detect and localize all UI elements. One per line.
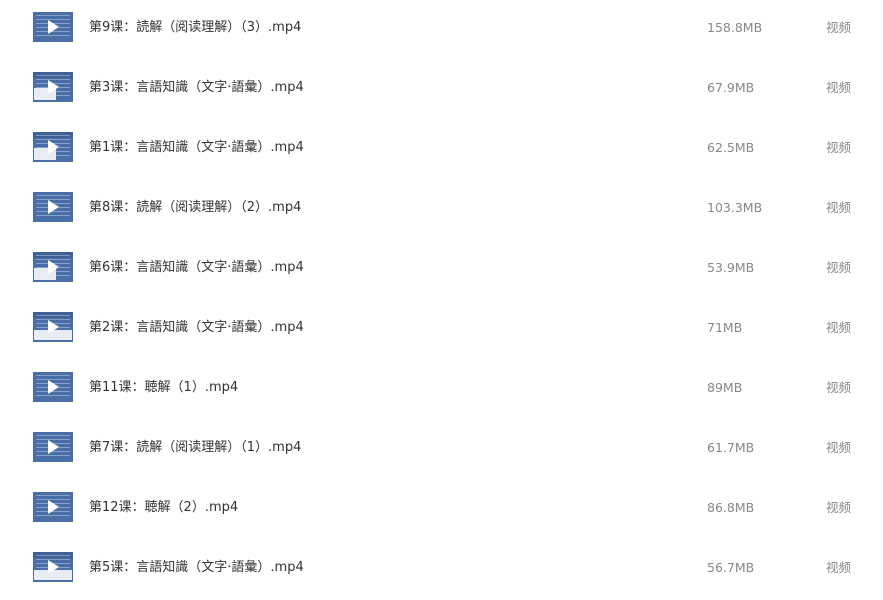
- file-row[interactable]: 第8课：読解（阅读理解）（2）.mp4 103.3MB 视频: [0, 180, 883, 240]
- file-size: 53.9MB: [707, 260, 755, 275]
- file-size: 62.5MB: [707, 140, 755, 155]
- file-row[interactable]: 第11课：聴解（1）.mp4 89MB 视频: [0, 360, 883, 420]
- file-name[interactable]: 第6课：言語知識（文字·語彙）.mp4: [89, 260, 304, 276]
- play-icon: [48, 440, 59, 454]
- play-icon: [48, 320, 59, 334]
- file-row[interactable]: 第1课：言語知識（文字·語彙）.mp4 62.5MB 视频: [0, 120, 883, 180]
- play-icon: [48, 560, 59, 574]
- file-size: 86.8MB: [707, 500, 755, 515]
- file-row[interactable]: 第7课：読解（阅读理解）（1）.mp4 61.7MB 视频: [0, 420, 883, 480]
- video-thumbnail[interactable]: [33, 252, 73, 282]
- video-thumbnail[interactable]: [33, 132, 73, 162]
- file-name[interactable]: 第12课：聴解（2）.mp4: [89, 500, 238, 516]
- file-type: 视频: [826, 320, 852, 335]
- video-thumbnail[interactable]: [33, 552, 73, 582]
- file-type: 视频: [826, 440, 852, 455]
- video-thumbnail[interactable]: [33, 492, 73, 522]
- file-name[interactable]: 第1课：言語知識（文字·語彙）.mp4: [89, 140, 304, 156]
- file-name[interactable]: 第3课：言語知識（文字·語彙）.mp4: [89, 80, 304, 96]
- file-name[interactable]: 第9课：読解（阅读理解）（3）.mp4: [89, 20, 301, 36]
- file-size: 61.7MB: [707, 440, 755, 455]
- file-row[interactable]: 第3课：言語知識（文字·語彙）.mp4 67.9MB 视频: [0, 60, 883, 120]
- play-icon: [48, 200, 59, 214]
- file-row[interactable]: 第6课：言語知識（文字·語彙）.mp4 53.9MB 视频: [0, 240, 883, 300]
- file-name[interactable]: 第5课：言語知識（文字·語彙）.mp4: [89, 560, 304, 576]
- file-type: 视频: [826, 500, 852, 515]
- file-size: 67.9MB: [707, 80, 755, 95]
- video-thumbnail[interactable]: [33, 72, 73, 102]
- play-icon: [48, 380, 59, 394]
- file-type: 视频: [826, 260, 852, 275]
- play-icon: [48, 260, 59, 274]
- file-row[interactable]: 第9课：読解（阅读理解）（3）.mp4 158.8MB 视频: [0, 0, 883, 60]
- file-size: 158.8MB: [707, 20, 763, 35]
- play-icon: [48, 500, 59, 514]
- video-thumbnail[interactable]: [33, 312, 73, 342]
- file-type: 视频: [826, 140, 852, 155]
- file-size: 89MB: [707, 380, 743, 395]
- file-size: 103.3MB: [707, 200, 763, 215]
- file-name[interactable]: 第7课：読解（阅读理解）（1）.mp4: [89, 440, 301, 456]
- file-type: 视频: [826, 80, 852, 95]
- video-thumbnail[interactable]: [33, 192, 73, 222]
- file-type: 视频: [826, 560, 852, 575]
- video-thumbnail[interactable]: [33, 432, 73, 462]
- file-type: 视频: [826, 200, 852, 215]
- file-type: 视频: [826, 380, 852, 395]
- file-name[interactable]: 第11课：聴解（1）.mp4: [89, 380, 238, 396]
- file-list: 第9课：読解（阅读理解）（3）.mp4 158.8MB 视频 第3课：言語知識（…: [0, 0, 883, 597]
- file-type: 视频: [826, 20, 852, 35]
- play-icon: [48, 80, 59, 94]
- file-row[interactable]: 第2课：言語知識（文字·語彙）.mp4 71MB 视频: [0, 300, 883, 360]
- video-thumbnail[interactable]: [33, 372, 73, 402]
- video-thumbnail[interactable]: [33, 12, 73, 42]
- play-icon: [48, 140, 59, 154]
- file-row[interactable]: 第12课：聴解（2）.mp4 86.8MB 视频: [0, 480, 883, 540]
- play-icon: [48, 20, 59, 34]
- file-size: 56.7MB: [707, 560, 755, 575]
- file-name[interactable]: 第2课：言語知識（文字·語彙）.mp4: [89, 320, 304, 336]
- file-row[interactable]: 第5课：言語知識（文字·語彙）.mp4 56.7MB 视频: [0, 540, 883, 600]
- file-size: 71MB: [707, 320, 743, 335]
- file-name[interactable]: 第8课：読解（阅读理解）（2）.mp4: [89, 200, 301, 216]
